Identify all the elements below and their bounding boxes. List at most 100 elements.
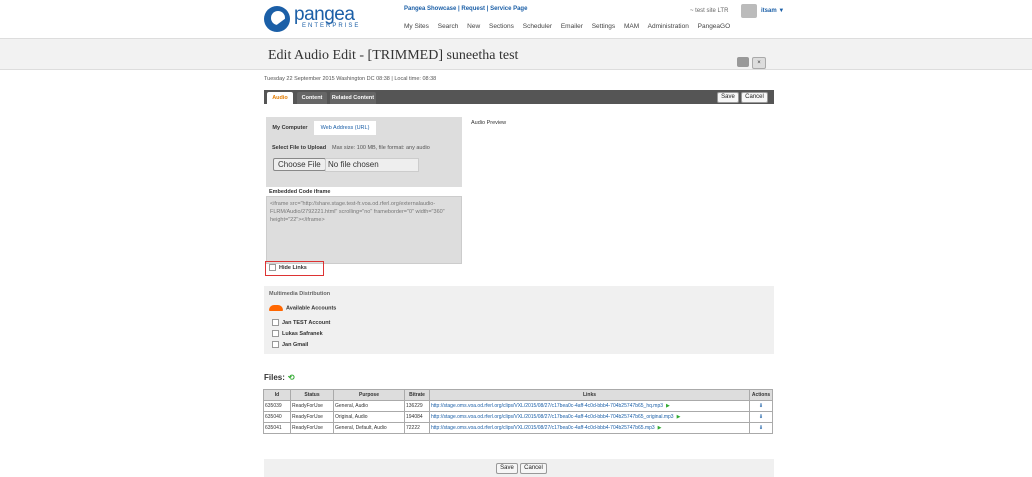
tab-audio[interactable]: Audio [267, 92, 293, 104]
files-table: Id Status Purpose Bitrate Links Actions … [263, 389, 773, 434]
download-icon[interactable]: ⇓ [759, 414, 763, 420]
user-menu[interactable]: itsam ▼ [761, 8, 784, 14]
cell-purpose: Original, Audio [333, 411, 405, 423]
file-link[interactable]: http://stage.oms.voa.od.rferl.org/clips/… [431, 414, 674, 420]
account-label: Jan Gmail [282, 341, 309, 348]
col-status: Status [290, 389, 334, 401]
account-checkbox[interactable] [272, 330, 279, 337]
col-id: Id [263, 389, 291, 401]
pangea-logo-icon [264, 6, 290, 32]
top-bar: pangea ENTERPRISE Pangea Showcase | Requ… [0, 0, 1032, 39]
link-service-page[interactable]: Service Page [490, 6, 527, 12]
tab-bar: Audio Content Related Content Save Cance… [264, 90, 774, 104]
cell-status: ReadyForUse [290, 422, 334, 434]
col-bitrate: Bitrate [404, 389, 430, 401]
account-checkbox[interactable] [272, 341, 279, 348]
available-accounts-label: Available Accounts [286, 305, 337, 312]
hide-links-checkbox[interactable]: Hide Links [265, 261, 324, 276]
download-icon[interactable]: ⇓ [759, 425, 763, 431]
save-button[interactable]: Save [717, 92, 739, 103]
bottom-action-bar: Save Cancel [264, 459, 774, 477]
nav-sections[interactable]: Sections [489, 23, 514, 30]
play-icon[interactable]: ▶ [677, 414, 681, 420]
col-actions: Actions [749, 389, 773, 401]
title-bar: Edit Audio Edit - [TRIMMED] suneetha tes… [0, 39, 1032, 70]
nav-new[interactable]: New [467, 23, 480, 30]
cell-status: ReadyForUse [290, 400, 334, 412]
available-accounts: Available Accounts [269, 305, 336, 311]
nav-search[interactable]: Search [438, 23, 459, 30]
link-request[interactable]: Request [461, 6, 485, 12]
table-row: 635040 ReadyForUse Original, Audio 19408… [263, 411, 773, 423]
download-icon[interactable]: ⇓ [759, 403, 763, 409]
cell-id: 635040 [263, 411, 291, 423]
embed-label: Embedded Code iframe [269, 189, 331, 195]
max-size-info: Max size: 100 MB, file format: any audio [332, 145, 430, 151]
refresh-icon[interactable]: ⟲ [288, 373, 295, 382]
close-icon[interactable]: × [752, 57, 766, 69]
nav-settings[interactable]: Settings [592, 23, 616, 30]
cell-actions: ⇓ [749, 400, 773, 412]
account-jan-test[interactable]: Jan TEST Account [269, 319, 330, 326]
tab-my-computer[interactable]: My Computer [270, 121, 310, 135]
logo-subtext: ENTERPRISE [302, 23, 361, 29]
link-pangea-showcase[interactable]: Pangea Showcase [404, 6, 456, 12]
col-purpose: Purpose [333, 389, 405, 401]
account-label: Jan TEST Account [282, 319, 331, 326]
cell-actions: ⇓ [749, 411, 773, 423]
account-jan-gmail[interactable]: Jan Gmail [269, 341, 308, 348]
distribution-title: Multimedia Distribution [269, 291, 331, 297]
nav-mam[interactable]: MAM [624, 23, 639, 30]
upload-panel: My Computer Web Address (URL) Select Fil… [266, 117, 462, 187]
tab-content[interactable]: Content [297, 92, 327, 104]
files-title-text: Files: [264, 373, 285, 382]
user-avatar-icon [741, 4, 757, 18]
account-checkbox[interactable] [272, 319, 279, 326]
play-icon[interactable]: ▶ [658, 425, 662, 431]
cell-id: 635041 [263, 422, 291, 434]
no-file-text: No file chosen [325, 158, 419, 172]
date-line: Tuesday 22 September 2015 Washington DC … [264, 76, 437, 82]
site-selector[interactable]: ~ test site LTR [690, 8, 728, 14]
main-nav: My Sites Search New Sections Scheduler E… [404, 23, 737, 30]
table-row: 635041 ReadyForUse General, Default, Aud… [263, 422, 773, 434]
cell-id: 635039 [263, 400, 291, 412]
choose-file-button[interactable]: Choose File [273, 158, 326, 171]
files-title: Files: ⟲ [264, 373, 295, 382]
nav-emailer[interactable]: Emailer [561, 23, 583, 30]
nav-administration[interactable]: Administration [648, 23, 689, 30]
cancel-button-bottom[interactable]: Cancel [520, 463, 547, 474]
cell-bitrate: 72222 [404, 422, 430, 434]
audio-preview-label: Audio Preview [471, 120, 507, 126]
account-label: Lukas Safranek [282, 330, 323, 337]
tab-web-address[interactable]: Web Address (URL) [314, 121, 376, 135]
cell-link: http://stage.oms.voa.od.rferl.org/clips/… [429, 411, 750, 423]
multimedia-distribution: Multimedia Distribution Available Accoun… [264, 286, 774, 354]
table-row: 635039 ReadyForUse General, Audio 136229… [263, 400, 773, 412]
nav-pangeago[interactable]: PangeaGO [698, 23, 731, 30]
embed-code-textarea[interactable]: <iframe src="http://share.stage.test-fr.… [266, 196, 462, 264]
cell-link: http://stage.oms.voa.od.rferl.org/clips/… [429, 400, 750, 412]
tab-related-content[interactable]: Related Content [330, 92, 376, 104]
cancel-button[interactable]: Cancel [741, 92, 768, 103]
file-link[interactable]: http://stage.oms.voa.od.rferl.org/clips/… [431, 403, 663, 409]
account-lukas-safranek[interactable]: Lukas Safranek [269, 330, 323, 337]
play-icon[interactable]: ▶ [666, 403, 670, 409]
file-chooser: Choose File No file chosen [273, 158, 419, 172]
cell-purpose: General, Audio [333, 400, 405, 412]
nav-my-sites[interactable]: My Sites [404, 23, 429, 30]
top-links: Pangea Showcase | Request | Service Page [404, 6, 528, 12]
nav-scheduler[interactable]: Scheduler [523, 23, 552, 30]
col-links: Links [429, 389, 750, 401]
pangea-logo[interactable]: pangea ENTERPRISE [264, 4, 394, 32]
hide-links-label: Hide Links [279, 265, 307, 271]
view-toggle-button[interactable] [737, 57, 749, 67]
page-title: Edit Audio Edit - [TRIMMED] suneetha tes… [268, 48, 519, 63]
cell-link: http://stage.oms.voa.od.rferl.org/clips/… [429, 422, 750, 434]
file-link[interactable]: http://stage.oms.voa.od.rferl.org/clips/… [431, 425, 655, 431]
hide-links-box[interactable] [269, 264, 276, 272]
cell-bitrate: 194084 [404, 411, 430, 423]
cell-bitrate: 136229 [404, 400, 430, 412]
table-header-row: Id Status Purpose Bitrate Links Actions [263, 389, 773, 401]
save-button-bottom[interactable]: Save [496, 463, 518, 474]
